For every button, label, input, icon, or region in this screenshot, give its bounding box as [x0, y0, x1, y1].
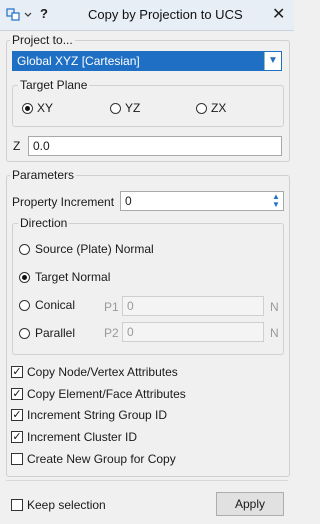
target-plane-legend: Target Plane [18, 78, 90, 92]
chevron-down-icon[interactable]: ▼ [264, 52, 281, 70]
p1-unit: N [270, 300, 279, 314]
radio-yz-label: YZ [125, 101, 141, 115]
radio-yz[interactable] [110, 103, 121, 114]
p1-input[interactable]: 0 [122, 296, 264, 316]
dialog-menu-icon[interactable] [6, 8, 36, 22]
checkbox-inc-cluster-label: Increment Cluster ID [27, 430, 138, 444]
project-legend: Project to... [10, 33, 75, 47]
checkbox-inc-cluster[interactable]: ✓ [11, 431, 23, 443]
z-label: Z [13, 139, 21, 153]
z-input[interactable]: 0.0 [28, 136, 282, 156]
ucs-select[interactable]: Global XYZ [Cartesian] ▼ [12, 51, 282, 71]
checkbox-new-group-label: Create New Group for Copy [27, 452, 176, 466]
radio-parallel-label: Parallel [35, 326, 76, 340]
checkbox-inc-string[interactable]: ✓ [11, 409, 23, 421]
checkbox-copy-element[interactable]: ✓ [11, 388, 23, 400]
property-increment-label: Property Increment [12, 195, 115, 209]
radio-zx-label: ZX [211, 101, 227, 115]
help-icon[interactable]: ? [40, 6, 48, 21]
direction-legend: Direction [18, 216, 70, 230]
apply-button[interactable]: Apply [216, 492, 284, 516]
property-increment-stepper[interactable]: 0 ▲ ▼ [120, 191, 284, 211]
radio-source-normal-label: Source (Plate) Normal [35, 242, 154, 256]
checkbox-copy-element-label: Copy Element/Face Attributes [27, 387, 186, 401]
checkbox-copy-node-label: Copy Node/Vertex Attributes [27, 365, 178, 379]
spin-down-icon[interactable]: ▼ [271, 201, 281, 209]
keep-selection-label: Keep selection [27, 498, 106, 512]
p2-unit: N [270, 326, 279, 340]
checkbox-copy-node[interactable]: ✓ [11, 366, 23, 378]
ucs-select-value: Global XYZ [Cartesian] [17, 54, 140, 68]
radio-target-normal[interactable] [19, 272, 30, 283]
radio-conical[interactable] [19, 300, 30, 311]
parameters-legend: Parameters [10, 168, 77, 182]
radio-source-normal[interactable] [19, 244, 30, 255]
p1-label: P1 [104, 300, 119, 314]
p2-input[interactable]: 0 [122, 322, 264, 342]
checkbox-new-group[interactable] [11, 453, 23, 465]
radio-zx[interactable] [196, 103, 207, 114]
radio-conical-label: Conical [35, 298, 76, 312]
footer-divider [6, 480, 288, 481]
radio-xy[interactable] [22, 103, 33, 114]
checkbox-inc-string-label: Increment String Group ID [27, 408, 168, 422]
close-icon[interactable]: ✕ [272, 4, 285, 24]
radio-xy-label: XY [37, 101, 54, 115]
radio-target-normal-label: Target Normal [35, 270, 111, 284]
p2-label: P2 [104, 326, 119, 340]
checkbox-keep-selection[interactable] [11, 499, 23, 511]
property-increment-value: 0 [125, 194, 132, 208]
window-title: Copy by Projection to UCS [88, 7, 243, 22]
radio-parallel[interactable] [19, 328, 30, 339]
